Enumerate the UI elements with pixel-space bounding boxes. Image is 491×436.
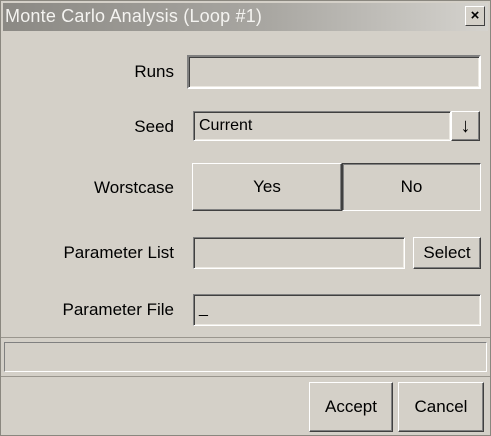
seed-select[interactable]: Current (193, 111, 451, 141)
status-separator (1, 337, 490, 338)
runs-label: Runs (134, 62, 174, 81)
parameter-list-label: Parameter List (63, 243, 174, 262)
seed-dropdown-button[interactable]: ↓ (451, 111, 480, 141)
runs-input[interactable] (187, 55, 481, 89)
worstcase-label: Worstcase (94, 178, 174, 197)
worstcase-yes-button[interactable]: Yes (192, 163, 342, 211)
window-title: Monte Carlo Analysis (Loop #1) (5, 6, 263, 26)
worstcase-no-button[interactable]: No (342, 163, 481, 211)
close-button[interactable]: × (465, 6, 485, 26)
parameter-file-label: Parameter File (62, 300, 174, 319)
parameter-list-input[interactable] (193, 237, 405, 269)
cancel-button[interactable]: Cancel (398, 382, 484, 432)
select-button[interactable]: Select (413, 237, 481, 269)
accept-button[interactable]: Accept (309, 382, 393, 432)
arrow-down-icon: ↓ (460, 114, 471, 137)
parameter-file-input[interactable]: _ (193, 294, 481, 326)
close-icon: × (470, 7, 480, 24)
status-bar (4, 342, 487, 372)
footer-separator (1, 376, 490, 377)
title-bar[interactable]: Monte Carlo Analysis (Loop #1) × (3, 3, 488, 31)
seed-label: Seed (134, 117, 174, 136)
monte-carlo-dialog: Monte Carlo Analysis (Loop #1) × Runs Se… (0, 0, 491, 436)
